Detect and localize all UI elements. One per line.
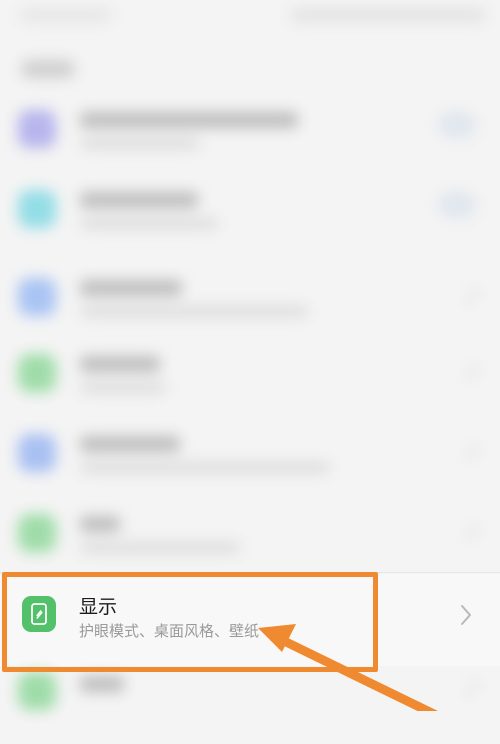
pointer-arrow-icon (258, 624, 439, 711)
